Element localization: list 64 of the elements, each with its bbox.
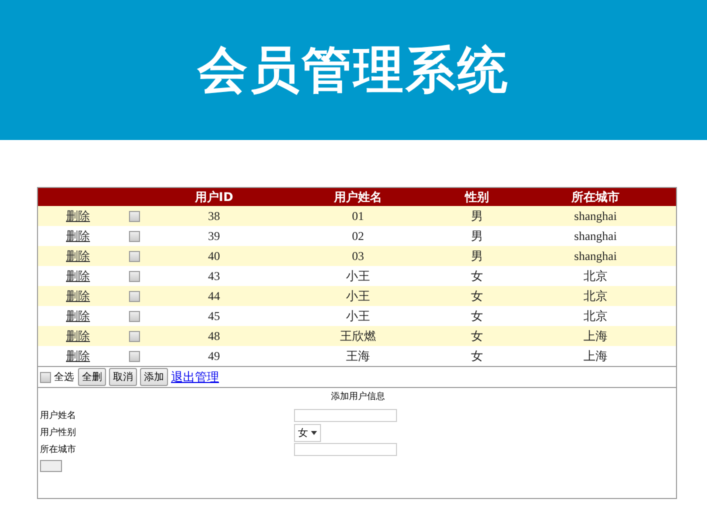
table-cell: 40 [151,246,277,266]
table-cell: 43 [151,266,277,286]
table-cell: shanghai [515,246,676,266]
toolbar-button[interactable]: 取消 [109,368,137,386]
input-field[interactable] [294,409,397,422]
column-header: 用户ID [151,188,277,206]
field-label: 所在城市 [40,444,77,456]
row-checkbox[interactable] [129,351,140,362]
delete-link[interactable]: 删除 [66,228,90,242]
table-cell: shanghai [515,226,676,246]
table-cell: 49 [151,346,277,366]
table-cell: 44 [151,286,277,306]
table-cell: 王海 [277,346,439,366]
row-checkbox[interactable] [129,311,140,322]
table-cell: 女 [439,266,515,286]
table-cell: 小王 [277,266,439,286]
table-cell: 02 [277,226,439,246]
select-all-label: 全选 [54,370,74,384]
table-cell: 男 [439,246,515,266]
input-field[interactable] [294,443,397,456]
table-cell: 女 [439,306,515,326]
logout-link[interactable]: 退出管理 [171,368,219,386]
row-checkbox[interactable] [129,231,140,242]
delete-link[interactable]: 删除 [66,308,90,322]
table-cell: shanghai [515,206,676,226]
table-cell: 48 [151,326,277,346]
row-checkbox[interactable] [129,291,140,302]
table-cell: 北京 [515,266,676,286]
form-title: 添加用户信息 [331,390,385,403]
toolbar-button[interactable]: 添加 [140,368,168,386]
row-checkbox[interactable] [129,251,140,262]
table-cell: 女 [439,326,515,346]
toolbar-button[interactable]: 全删 [78,368,106,386]
table-cell: 上海 [515,346,676,366]
table-cell: 03 [277,246,439,266]
table-cell: 小王 [277,286,439,306]
column-header: 性别 [439,188,515,206]
row-checkbox[interactable] [129,271,140,282]
table-cell: 38 [151,206,277,226]
delete-link[interactable]: 删除 [66,348,90,362]
table-cell: 女 [439,346,515,366]
field-label: 用户性别 [40,426,77,439]
submit-button[interactable] [40,460,62,472]
table-cell: 男 [439,206,515,226]
table-cell: 上海 [515,326,676,346]
table-cell: 39 [151,226,277,246]
page-title: 会员管理系统 [198,40,510,100]
table-cell: 男 [439,226,515,246]
select-all-checkbox[interactable] [40,372,51,382]
table-cell: 女 [439,286,515,306]
column-header: 所在城市 [515,188,676,206]
row-checkbox[interactable] [129,211,140,222]
table-cell: 北京 [515,286,676,306]
table-cell: 01 [277,206,439,226]
table-cell: 小王 [277,306,439,326]
table-cell: 45 [151,306,277,326]
delete-link[interactable]: 删除 [66,268,90,282]
table-cell: 王欣燃 [277,326,439,346]
column-header: 用户姓名 [277,188,439,206]
row-checkbox[interactable] [129,331,140,342]
caret-icon [311,430,317,434]
table-cell: 北京 [515,306,676,326]
gender-dropdown[interactable]: 女 [294,424,321,442]
field-label: 用户姓名 [40,410,77,422]
